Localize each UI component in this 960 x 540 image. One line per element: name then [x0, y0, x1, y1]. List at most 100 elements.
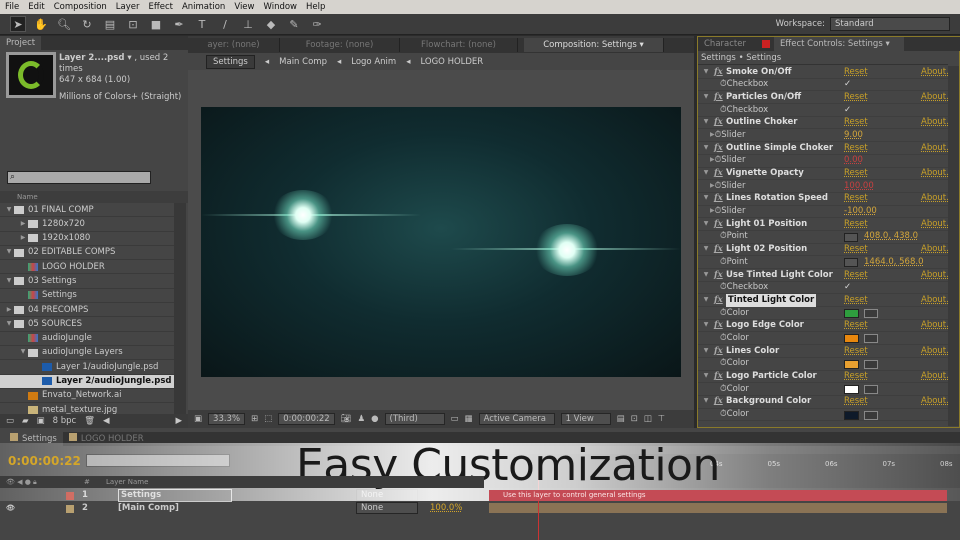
always-preview-icon[interactable]: ▣	[194, 414, 202, 424]
effect-header[interactable]: ▼ fx Vignette Opacty Reset About...	[698, 167, 954, 181]
slider-value[interactable]: 9.00	[844, 129, 863, 142]
fx-toggle-icon[interactable]: fx	[714, 218, 726, 231]
breadcrumb-settings[interactable]: Settings	[206, 54, 255, 69]
visibility-icon[interactable]: 👁︎	[6, 502, 15, 515]
expand-icon[interactable]: ▼	[701, 294, 711, 307]
pen-tool-icon[interactable]: ✒	[171, 16, 187, 32]
reset-link[interactable]: Reset	[844, 345, 868, 358]
reset-link[interactable]: Reset	[844, 243, 868, 256]
slider-value[interactable]: 100.00	[844, 180, 874, 193]
tab-project[interactable]: Project	[0, 36, 42, 50]
effect-header[interactable]: ▼ fx Light 01 Position Reset About...	[698, 218, 954, 231]
scroll-left-icon[interactable]: ◀	[103, 416, 110, 426]
project-scrollbar[interactable]	[174, 203, 186, 448]
project-item[interactable]: LOGO HOLDER	[0, 260, 174, 275]
reset-link[interactable]: Reset	[844, 66, 868, 79]
color-swatch[interactable]	[844, 410, 859, 420]
fx-toggle-icon[interactable]: fx	[714, 116, 726, 129]
new-comp-icon[interactable]: ▣	[37, 416, 45, 426]
slider-value[interactable]: -100.00	[844, 205, 877, 218]
effect-header[interactable]: ▼ fx Particles On/Off Reset About...	[698, 91, 954, 105]
expand-icon[interactable]: ▼	[701, 395, 711, 408]
brush-tool-icon[interactable]: /	[217, 16, 233, 32]
project-item[interactable]: ▶ 1920x1080	[0, 232, 174, 246]
expand-open-icon[interactable]: ▼	[4, 245, 14, 259]
eyedropper-icon[interactable]	[864, 359, 878, 369]
workspace-dropdown[interactable]: Standard	[830, 17, 950, 31]
effect-header[interactable]: ▼ fx Logo Particle Color Reset About...	[698, 370, 954, 384]
snapshot-icon[interactable]: 📷︎	[341, 414, 352, 424]
reset-link[interactable]: Reset	[844, 370, 868, 383]
point-target-icon[interactable]	[844, 232, 858, 242]
tab-composition[interactable]: Composition: Settings ▾	[524, 38, 664, 52]
tab-effect-controls[interactable]: Effect Controls: Settings ▾	[774, 37, 904, 51]
stopwatch-icon[interactable]: ⏱	[720, 357, 727, 370]
project-item[interactable]: Envato_Network.ai	[0, 389, 174, 404]
scroll-right-icon[interactable]: ▶	[176, 416, 183, 426]
effect-header[interactable]: ▼ fx Tinted Light Color Reset About...	[698, 293, 954, 308]
fx-toggle-icon[interactable]: fx	[714, 345, 726, 358]
zoom-dropdown[interactable]: 33.3%	[208, 413, 246, 425]
fx-toggle-icon[interactable]: fx	[714, 269, 726, 282]
zoom-tool-icon[interactable]: 🔍︎	[56, 16, 72, 32]
timeline-icon[interactable]: ◫	[644, 414, 652, 424]
stopwatch-icon[interactable]: ⏱	[715, 180, 722, 193]
resolution-dropdown[interactable]: (Third)	[384, 413, 445, 425]
comp-viewer[interactable]	[188, 70, 694, 410]
stopwatch-icon[interactable]: ⏱	[715, 205, 722, 218]
effects-scrollbar[interactable]	[948, 66, 959, 426]
fx-toggle-icon[interactable]: fx	[714, 319, 726, 332]
rotate-tool-icon[interactable]: ↻	[79, 16, 95, 32]
col-layer-name[interactable]: Layer Name	[106, 476, 148, 488]
fx-toggle-icon[interactable]: fx	[714, 243, 726, 256]
reset-link[interactable]: Reset	[844, 192, 868, 205]
slider-value[interactable]: 0.00	[844, 154, 863, 167]
stopwatch-icon[interactable]: ⏱	[720, 104, 727, 117]
stopwatch-icon[interactable]: ⏱	[720, 78, 727, 91]
expand-icon[interactable]: ▼	[701, 319, 711, 332]
stopwatch-icon[interactable]: ⏱	[720, 383, 727, 396]
expand-closed-icon[interactable]: ▶	[18, 231, 28, 245]
fx-toggle-icon[interactable]: fx	[714, 395, 726, 408]
fx-toggle-icon[interactable]: fx	[714, 91, 726, 104]
selection-tool-icon[interactable]: ➤	[10, 16, 26, 32]
expand-icon[interactable]: ▼	[701, 66, 711, 79]
eraser-tool-icon[interactable]: ◆	[263, 16, 279, 32]
checkbox[interactable]: ✓	[844, 281, 851, 294]
stopwatch-icon[interactable]: ⏱	[720, 332, 727, 345]
interpret-footage-icon[interactable]: ▭	[6, 416, 14, 426]
reset-link[interactable]: Reset	[844, 167, 868, 180]
reset-link[interactable]: Reset	[844, 218, 868, 231]
project-item[interactable]: ▼ audioJungle Layers	[0, 345, 174, 361]
color-swatch[interactable]	[844, 309, 859, 319]
breadcrumb-main-comp[interactable]: Main Comp	[279, 57, 327, 67]
effect-header[interactable]: ▼ fx Background Color Reset About...	[698, 395, 954, 409]
menu-edit[interactable]: Edit	[28, 2, 44, 12]
stopwatch-icon[interactable]: ⏱	[720, 281, 727, 294]
clone-stamp-tool-icon[interactable]: ⊥	[240, 16, 256, 32]
new-folder-icon[interactable]: ▰	[22, 416, 29, 426]
reset-link[interactable]: Reset	[844, 395, 868, 408]
layer-2-bar[interactable]	[489, 503, 947, 513]
eyedropper-icon[interactable]	[864, 410, 878, 420]
expand-icon[interactable]: ▼	[701, 116, 711, 129]
menu-effect[interactable]: Effect	[149, 2, 173, 12]
color-swatch[interactable]	[844, 359, 859, 369]
expand-open-icon[interactable]: ▼	[4, 317, 14, 331]
flowchart-icon[interactable]: ⊤	[658, 414, 665, 424]
bit-depth[interactable]: 8 bpc	[53, 416, 77, 426]
menu-view[interactable]: View	[234, 2, 254, 12]
puppet-pin-tool-icon[interactable]: ✑	[309, 16, 325, 32]
effect-header[interactable]: ▼ fx Lines Color Reset About...	[698, 345, 954, 358]
reset-link[interactable]: Reset	[844, 116, 868, 129]
label-color[interactable]	[66, 505, 74, 513]
project-item[interactable]: ▼ 01 FINAL COMP	[0, 203, 174, 218]
fx-toggle-icon[interactable]: fx	[714, 142, 726, 155]
menu-file[interactable]: File	[5, 2, 19, 12]
expand-open-icon[interactable]: ▼	[18, 345, 28, 359]
region-of-interest-icon[interactable]: ▭	[451, 414, 459, 424]
stopwatch-icon[interactable]: ⏱	[715, 154, 722, 167]
layer-1-bar[interactable]: Use this layer to control general settin…	[489, 490, 947, 501]
effect-header[interactable]: ▼ fx Smoke On/Off Reset About...	[698, 66, 954, 79]
channel-icon[interactable]: ●	[371, 414, 378, 424]
